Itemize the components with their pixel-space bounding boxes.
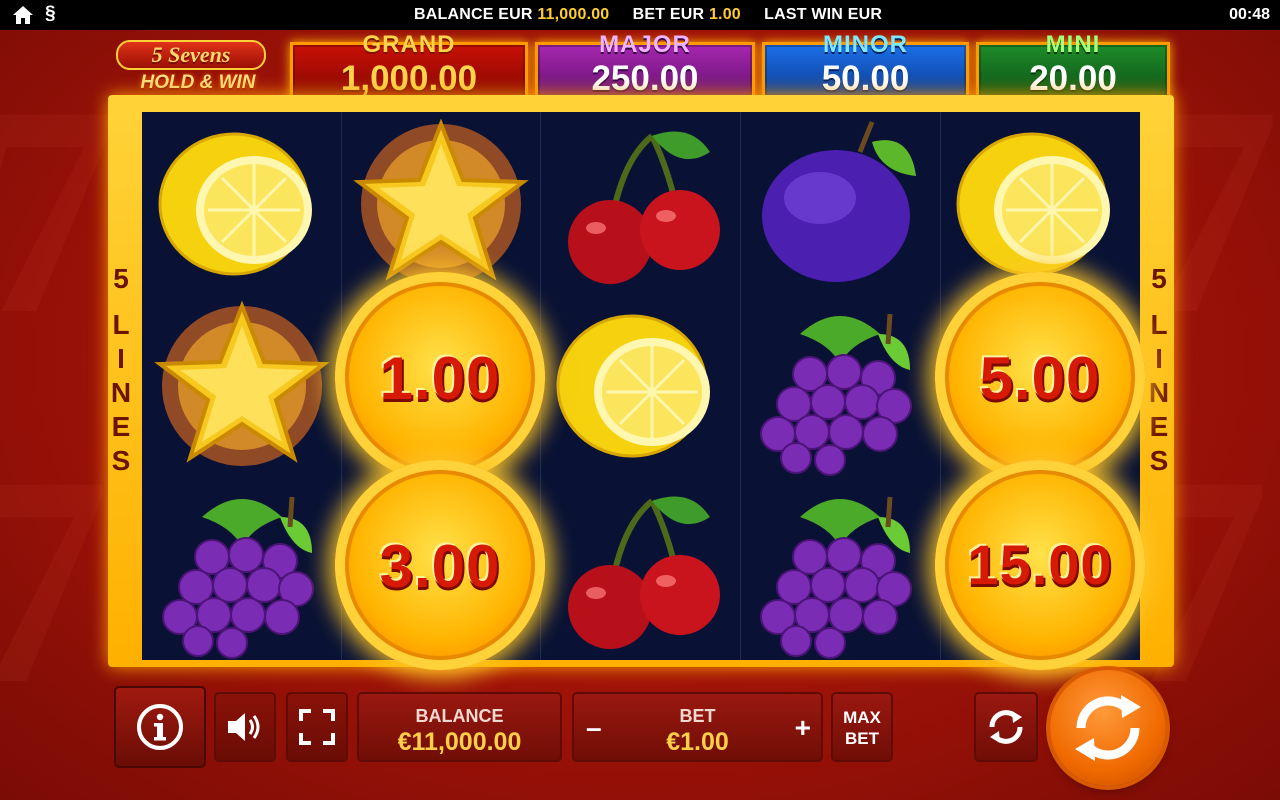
- balance-label: BALANCE: [415, 706, 504, 726]
- jackpot-grand-value: 1,000.00: [340, 59, 478, 98]
- reel-cell-lemon: [940, 112, 1140, 295]
- reel-cell-cherry: [540, 112, 740, 295]
- autoplay-button[interactable]: [974, 692, 1038, 762]
- clock: 00:48: [1229, 6, 1270, 23]
- jackpot-minor-value: 50.00: [821, 59, 910, 98]
- top-last-win-label: LAST WIN EUR: [764, 6, 883, 23]
- top-stats: BALANCE EUR 11,000.00 BET EUR 1.00 LAST …: [414, 6, 882, 24]
- bet-increase-button[interactable]: +: [795, 712, 811, 744]
- reel-cell-lemon: [142, 112, 342, 295]
- reel-cell-grapes: [740, 477, 940, 660]
- info-icon: [137, 704, 183, 750]
- top-balance-value: 11,000.00: [537, 6, 610, 23]
- top-status-bar: § BALANCE EUR 11,000.00 BET EUR 1.00 LAS…: [0, 0, 1280, 30]
- max-bet-button[interactable]: MAX BET: [831, 692, 893, 762]
- logo-title: 5 Sevens: [116, 40, 266, 70]
- spin-arrows-icon: [1075, 695, 1141, 761]
- background-seven-decoration: 7: [0, 414, 110, 746]
- star-symbol: [353, 118, 529, 284]
- coin-value: 5.00: [979, 345, 1101, 412]
- jackpot-major-value: 250.00: [591, 59, 699, 98]
- plum-symbol: [762, 121, 916, 282]
- grapes-symbol: [760, 313, 912, 476]
- background-seven-decoration: 7: [0, 44, 120, 376]
- bet-value: €1.00: [666, 728, 729, 756]
- logo-subtitle: HOLD & WIN: [140, 72, 256, 93]
- reel-cell-plum: [740, 112, 940, 295]
- grapes-symbol: [162, 496, 314, 659]
- jackpot-mini-label: MINI: [1045, 31, 1101, 58]
- balance-panel: BALANCE €11,000.00: [357, 692, 562, 762]
- bonus-coin: 1.00: [335, 272, 545, 482]
- reel-cell-grapes: [142, 477, 342, 660]
- coin-value: 15.00: [967, 533, 1113, 596]
- cherry-symbol: [568, 131, 720, 284]
- top-bet-label: BET EUR: [632, 6, 705, 23]
- coin-value: 3.00: [379, 533, 501, 600]
- reel-cell-star: [341, 112, 541, 295]
- coin-value: 1.00: [379, 345, 501, 412]
- max-bet-line2: BET: [845, 729, 879, 748]
- jackpot-grand-label: GRAND: [362, 31, 456, 58]
- lemon-symbol: [158, 132, 312, 276]
- bet-label: BET: [679, 706, 716, 726]
- bonus-coin: 3.00: [335, 460, 545, 670]
- lemon-symbol: [556, 314, 710, 458]
- top-bet-value: 1.00: [708, 6, 741, 23]
- autoplay-icon: [989, 710, 1023, 744]
- lines-indicator-right: 5 LINES: [1146, 262, 1172, 478]
- reel-cell-cherry: [540, 477, 740, 660]
- lines-word-left: LINES: [110, 309, 132, 476]
- lines-word-right: LINES: [1148, 309, 1170, 476]
- max-bet-line1: MAX: [843, 708, 881, 727]
- lines-count-right: 5: [1151, 263, 1167, 294]
- jackpot-minor-label: MINOR: [823, 31, 908, 58]
- speaker-icon: [228, 713, 260, 741]
- cherry-symbol: [568, 496, 720, 649]
- reel-cell-lemon: [540, 294, 740, 477]
- bet-panel: – BET €1.00 +: [572, 692, 823, 762]
- fullscreen-icon: [299, 709, 335, 745]
- game-logo: 5 Sevens HOLD & WIN: [112, 36, 272, 100]
- info-button[interactable]: [114, 686, 206, 768]
- top-balance-label: BALANCE EUR: [414, 6, 533, 23]
- lines-indicator-left: 5 LINES: [108, 262, 134, 478]
- sound-button[interactable]: [214, 692, 276, 762]
- star-symbol: [154, 300, 330, 466]
- spin-button[interactable]: [1050, 670, 1166, 786]
- lemon-symbol: [956, 132, 1110, 276]
- paragraph-rules-icon[interactable]: §: [45, 3, 56, 25]
- jackpot-mini-value: 20.00: [1029, 59, 1117, 98]
- fullscreen-button[interactable]: [286, 692, 348, 762]
- reel-cell-star: [142, 294, 342, 477]
- grapes-symbol: [760, 496, 912, 659]
- reel-cell-grapes: [740, 294, 940, 477]
- balance-value: €11,000.00: [397, 728, 522, 756]
- home-icon[interactable]: [12, 5, 34, 25]
- jackpot-major-label: MAJOR: [599, 31, 691, 58]
- bonus-coin: 15.00: [935, 460, 1145, 670]
- lines-count-left: 5: [113, 263, 129, 294]
- bonus-coin: 5.00: [935, 272, 1145, 482]
